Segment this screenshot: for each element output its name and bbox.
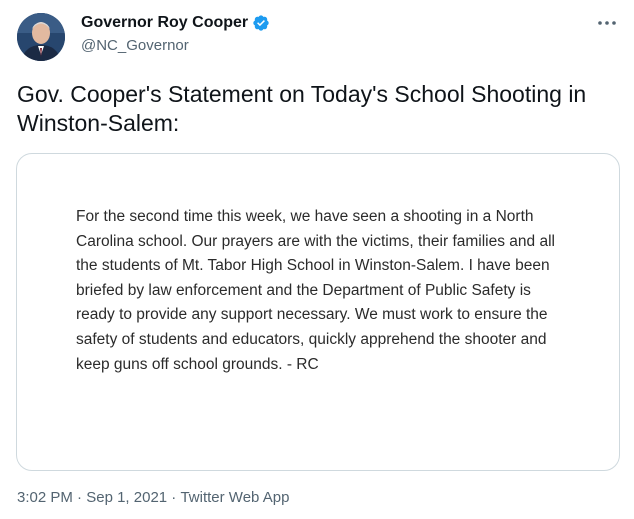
profile-photo-icon (17, 13, 65, 61)
more-options-button[interactable] (596, 14, 618, 32)
display-name-text[interactable]: Governor Roy Cooper (81, 13, 248, 33)
meta-separator: · (72, 489, 87, 506)
tweet-time[interactable]: 3:02 PM (17, 488, 73, 508)
handle[interactable]: @NC_Governor (81, 36, 189, 56)
statement-text: For the second time this week, we have s… (76, 208, 555, 373)
more-horizontal-icon (598, 21, 616, 25)
tweet-metadata: 3:02 PM · Sep 1, 2021 · Twitter Web App (17, 488, 289, 508)
tweet-date[interactable]: Sep 1, 2021 (86, 488, 167, 508)
verified-badge-icon (252, 14, 270, 32)
avatar[interactable] (17, 13, 65, 61)
statement-image[interactable]: For the second time this week, we have s… (16, 153, 620, 471)
tweet-source[interactable]: Twitter Web App (180, 488, 289, 508)
tweet-card: Governor Roy Cooper @NC_Governor Gov. Co… (0, 0, 634, 519)
tweet-text: Gov. Cooper's Statement on Today's Schoo… (17, 81, 587, 136)
display-name[interactable]: Governor Roy Cooper (81, 13, 270, 33)
meta-separator: · (167, 489, 181, 506)
